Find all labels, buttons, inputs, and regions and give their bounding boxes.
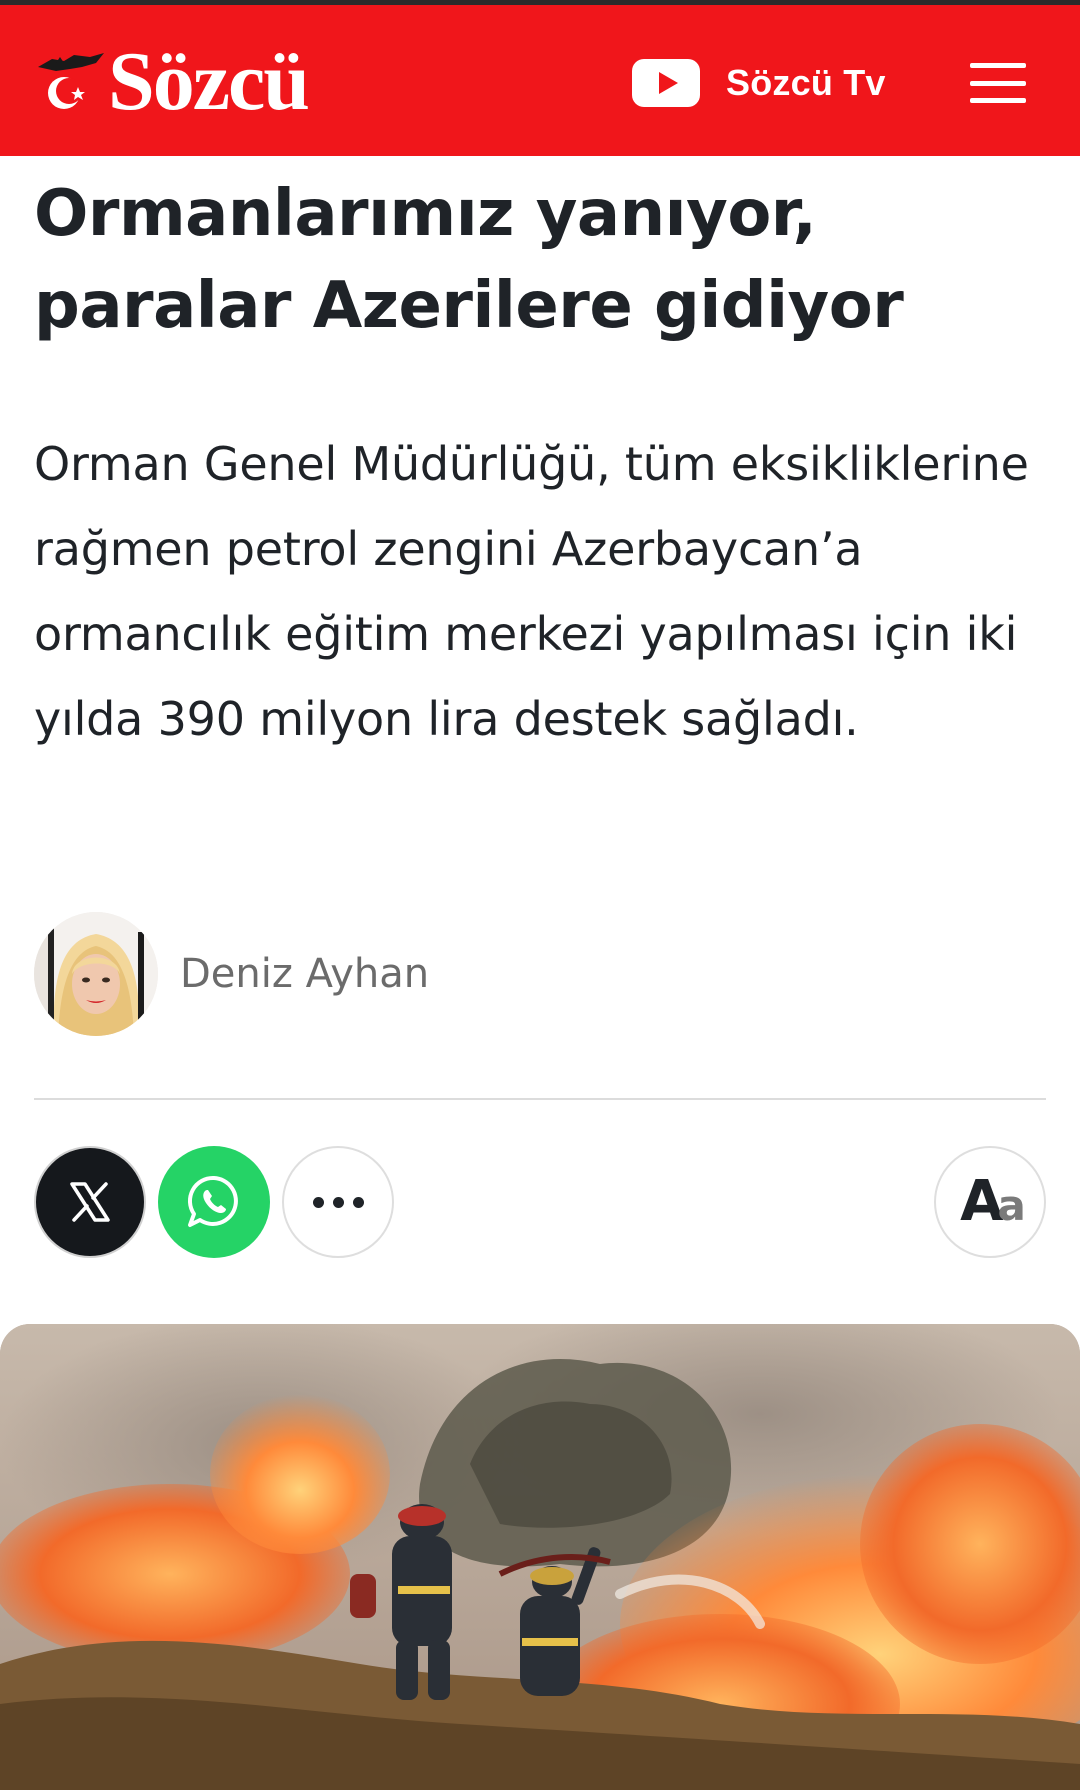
wildfire-photo — [0, 1324, 1080, 1790]
hamburger-menu-icon[interactable] — [966, 59, 1030, 107]
article-title: Ormanlarımız yanıyor, paralar Azerilere … — [34, 177, 904, 343]
brand-wordmark: Sözcü — [108, 35, 310, 128]
hero-image[interactable] — [0, 1324, 1080, 1790]
more-dots-icon — [312, 1196, 364, 1208]
sozcu-tv-label: Sözcü Tv — [726, 62, 886, 103]
share-more-button[interactable] — [282, 1146, 394, 1258]
crescent-star-bird-icon — [34, 45, 106, 115]
x-logo-icon — [70, 1182, 110, 1222]
site-header: Sözcü Sözcü Tv — [0, 5, 1080, 156]
share-whatsapp-button[interactable] — [158, 1146, 270, 1258]
youtube-icon — [632, 59, 700, 107]
divider — [34, 1098, 1046, 1100]
font-size-button[interactable]: Aa — [934, 1146, 1046, 1258]
author-avatar[interactable] — [34, 912, 158, 1036]
share-x-button[interactable] — [34, 1146, 146, 1258]
author-name[interactable]: Deniz Ayhan — [180, 951, 429, 997]
site-logo[interactable]: Sözcü — [34, 35, 310, 128]
font-size-icon: Aa — [960, 1169, 1026, 1234]
article-summary: Orman Genel Müdürlüğü, tüm eksikliklerin… — [34, 437, 1029, 746]
whatsapp-icon — [188, 1175, 238, 1227]
author-byline[interactable]: Deniz Ayhan — [34, 912, 429, 1036]
sozcu-tv-link[interactable]: Sözcü Tv — [632, 53, 886, 113]
